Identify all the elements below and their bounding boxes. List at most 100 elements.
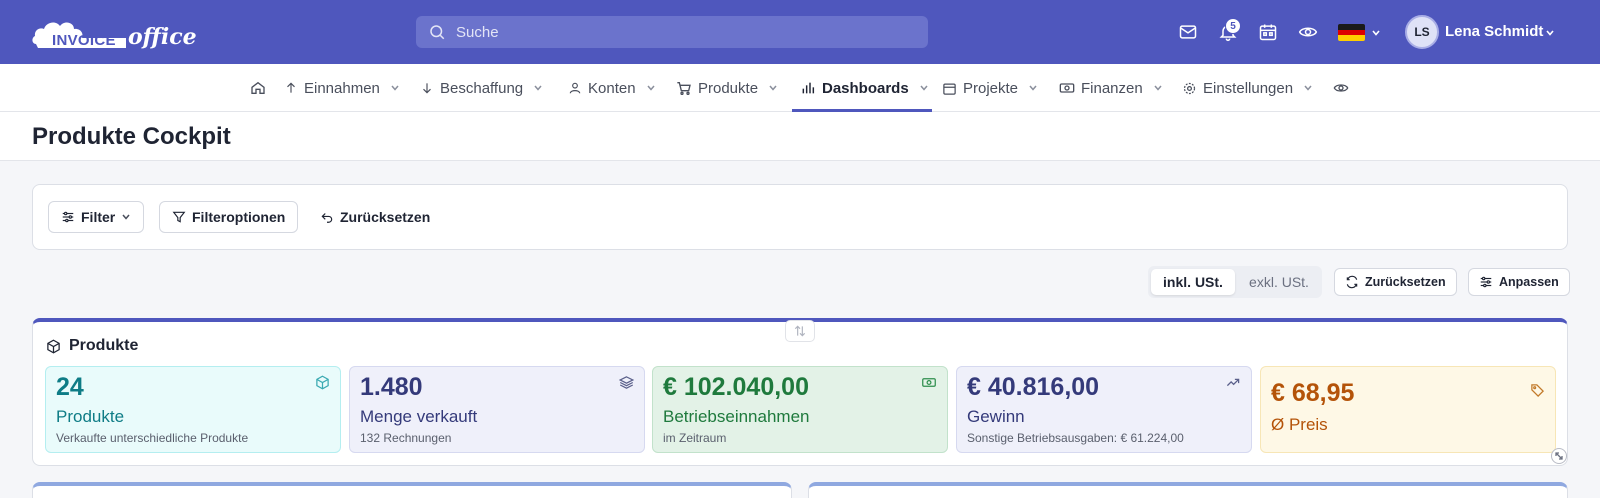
money-icon — [1059, 83, 1075, 93]
kpi-value: € 40.816,00 — [967, 373, 1100, 401]
nav-label: Projekte — [963, 79, 1019, 97]
reset-filters-label: Zurücksetzen — [340, 209, 431, 225]
resize-handle[interactable] — [1551, 448, 1567, 464]
chevron-down-icon — [122, 214, 130, 220]
calendar-icon — [943, 83, 956, 95]
reset-layout-label: Zurücksetzen — [1365, 275, 1446, 289]
nav-item-einstellungen[interactable]: Einstellungen — [1182, 64, 1313, 112]
chevron-down-icon — [1304, 85, 1312, 91]
user-icon — [569, 82, 581, 94]
user-menu-chevron-icon[interactable] — [1545, 28, 1555, 38]
nav-label: Dashboards — [822, 79, 909, 97]
resize-icon — [1555, 452, 1563, 460]
user-name[interactable]: Lena Schmidt — [1445, 23, 1543, 40]
kpi-value: 1.480 — [360, 373, 423, 401]
mail-icon — [1179, 25, 1197, 39]
nav-label: Einstellungen — [1203, 79, 1294, 97]
nav-label: Finanzen — [1081, 79, 1143, 97]
nav-label: Beschaffung — [440, 79, 524, 97]
kpi-card-quantity[interactable]: 1.480 Menge verkauft 132 Rechnungen — [349, 366, 645, 453]
sliders-icon — [62, 211, 74, 223]
reset-layout-button[interactable]: Zurücksetzen — [1334, 268, 1457, 296]
kpi-label: Gewinn — [967, 407, 1025, 426]
flag-de-icon[interactable] — [1338, 24, 1365, 41]
nav-item-einnahmen[interactable]: Einnahmen — [284, 64, 400, 112]
cube-icon — [316, 375, 329, 390]
chevron-down-icon — [534, 85, 542, 91]
search-input[interactable] — [456, 16, 916, 48]
bar-chart-icon — [802, 82, 815, 94]
chevron-down-icon — [646, 85, 655, 91]
chevron-down-icon — [1029, 85, 1037, 91]
kpi-label: Betriebseinnahmen — [663, 407, 810, 426]
nav-home[interactable] — [250, 64, 266, 112]
chevron-down-icon[interactable] — [1371, 28, 1381, 38]
reset-filters-button[interactable]: Zurücksetzen — [308, 201, 442, 233]
filter-options-label: Filteroptionen — [192, 209, 286, 225]
search-icon — [430, 25, 445, 40]
nav-item-beschaffung[interactable]: Beschaffung — [420, 64, 543, 112]
notification-badge: 5 — [1225, 18, 1241, 34]
eye-icon — [1298, 27, 1318, 37]
nav-label: Produkte — [698, 79, 759, 97]
kpi-label: Produkte — [56, 407, 125, 426]
kpi-card-revenue[interactable]: € 102.040,00 Betriebseinnahmen im Zeitra… — [652, 366, 948, 453]
nav-item-dashboards[interactable]: Dashboards — [800, 64, 929, 112]
filter-label: Filter — [81, 209, 116, 225]
kpi-label: Menge verkauft — [360, 407, 478, 426]
funnel-icon — [172, 211, 186, 223]
gear-icon — [1183, 82, 1196, 94]
kpi-value: € 68,95 — [1271, 379, 1355, 407]
home-icon — [251, 81, 265, 94]
chevron-down-icon — [1154, 85, 1162, 91]
nav-item-produkte[interactable]: Produkte — [676, 64, 778, 112]
search-box[interactable] — [416, 16, 928, 48]
nav-item-finanzen[interactable]: Finanzen — [1059, 64, 1163, 112]
kpi-card-profit[interactable]: € 40.816,00 Gewinn Sonstige Betriebsausg… — [956, 366, 1252, 453]
vat-incl-option[interactable]: inkl. USt. — [1151, 269, 1235, 295]
kpi-subtext: Verkaufte unterschiedliche Produkte — [56, 431, 249, 445]
vat-toggle: inkl. USt. exkl. USt. — [1148, 266, 1322, 298]
kpi-subtext: 132 Rechnungen — [360, 431, 452, 445]
nav-label: Konten — [588, 79, 636, 97]
layers-icon — [619, 376, 634, 389]
mail-button[interactable] — [1176, 20, 1200, 44]
trend-up-icon — [1226, 378, 1240, 387]
swap-vertical-icon — [794, 325, 806, 337]
nav-label: Einnahmen — [304, 79, 380, 97]
sliders-icon — [1480, 276, 1492, 288]
cube-icon — [47, 339, 60, 353]
vat-excl-option[interactable]: exkl. USt. — [1238, 269, 1320, 295]
lower-widget-left — [32, 482, 792, 498]
page-title: Produkte Cockpit — [32, 123, 231, 150]
kpi-value: 24 — [56, 373, 84, 401]
widget-title-text: Produkte — [69, 337, 139, 354]
customize-button[interactable]: Anpassen — [1468, 268, 1570, 296]
nav-item-konten[interactable]: Konten — [568, 64, 656, 112]
nav-item-projekte[interactable]: Projekte — [942, 64, 1038, 112]
avatar[interactable]: LS — [1405, 15, 1439, 49]
undo-icon — [321, 213, 333, 223]
customize-label: Anpassen — [1499, 275, 1559, 289]
app-logo[interactable]: INVOICE office — [30, 14, 197, 50]
logo-text-script: office — [128, 24, 197, 50]
chevron-down-icon — [391, 85, 399, 91]
drag-handle[interactable] — [785, 320, 815, 342]
kpi-label: Ø Preis — [1271, 415, 1328, 434]
eye-icon — [1333, 84, 1349, 92]
banknote-icon — [922, 378, 936, 387]
refresh-icon — [1346, 275, 1358, 289]
kpi-subtext: Sonstige Betriebsausgaben: € 61.224,00 — [967, 431, 1184, 445]
cart-icon — [677, 82, 691, 95]
tag-icon — [1531, 384, 1545, 398]
kpi-card-avg-price[interactable]: € 68,95 Ø Preis — [1260, 366, 1556, 453]
nav-preview[interactable] — [1333, 64, 1349, 112]
filter-button[interactable]: Filter — [48, 201, 145, 233]
kpi-card-products[interactable]: 24 Produkte Verkaufte unterschiedliche P… — [45, 366, 341, 453]
preview-button[interactable] — [1296, 20, 1320, 44]
calendar-button[interactable] — [1256, 20, 1280, 44]
calendar-icon — [1259, 24, 1277, 41]
filter-options-button[interactable]: Filteroptionen — [159, 201, 299, 233]
arrow-up-icon — [287, 82, 295, 93]
kpi-subtext: im Zeitraum — [663, 431, 727, 445]
